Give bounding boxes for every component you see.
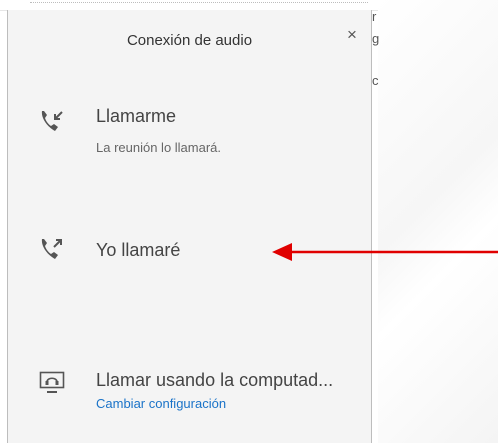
dialog-title: Conexión de audio [126,32,253,49]
change-settings-link[interactable]: Cambiar configuración [96,396,226,411]
background-text-fragment: c [372,73,379,88]
background-divider [30,2,368,6]
background-text-fragment: g [372,31,380,46]
annotation-arrow [272,243,498,261]
incoming-call-icon [41,111,63,131]
call-me-description: La reunión lo llamará. [96,140,222,155]
call-me-label: Llamarme [96,106,177,126]
outgoing-call-icon [41,239,62,259]
computer-audio-option[interactable]: Llamar usando la computad... Cambiar con… [8,362,371,422]
background-text-fragment: r [372,9,377,24]
background-area [378,0,498,443]
close-button[interactable]: × [343,26,361,44]
audio-connection-panel: Conexión de audio × Llamarme La reunión … [7,10,372,443]
call-me-option[interactable]: Llamarme La reunión lo llamará. [8,100,371,170]
computer-audio-icon [39,371,65,393]
i-will-call-label: Yo llamaré [96,240,181,260]
computer-audio-label: Llamar usando la computad... [96,370,334,390]
